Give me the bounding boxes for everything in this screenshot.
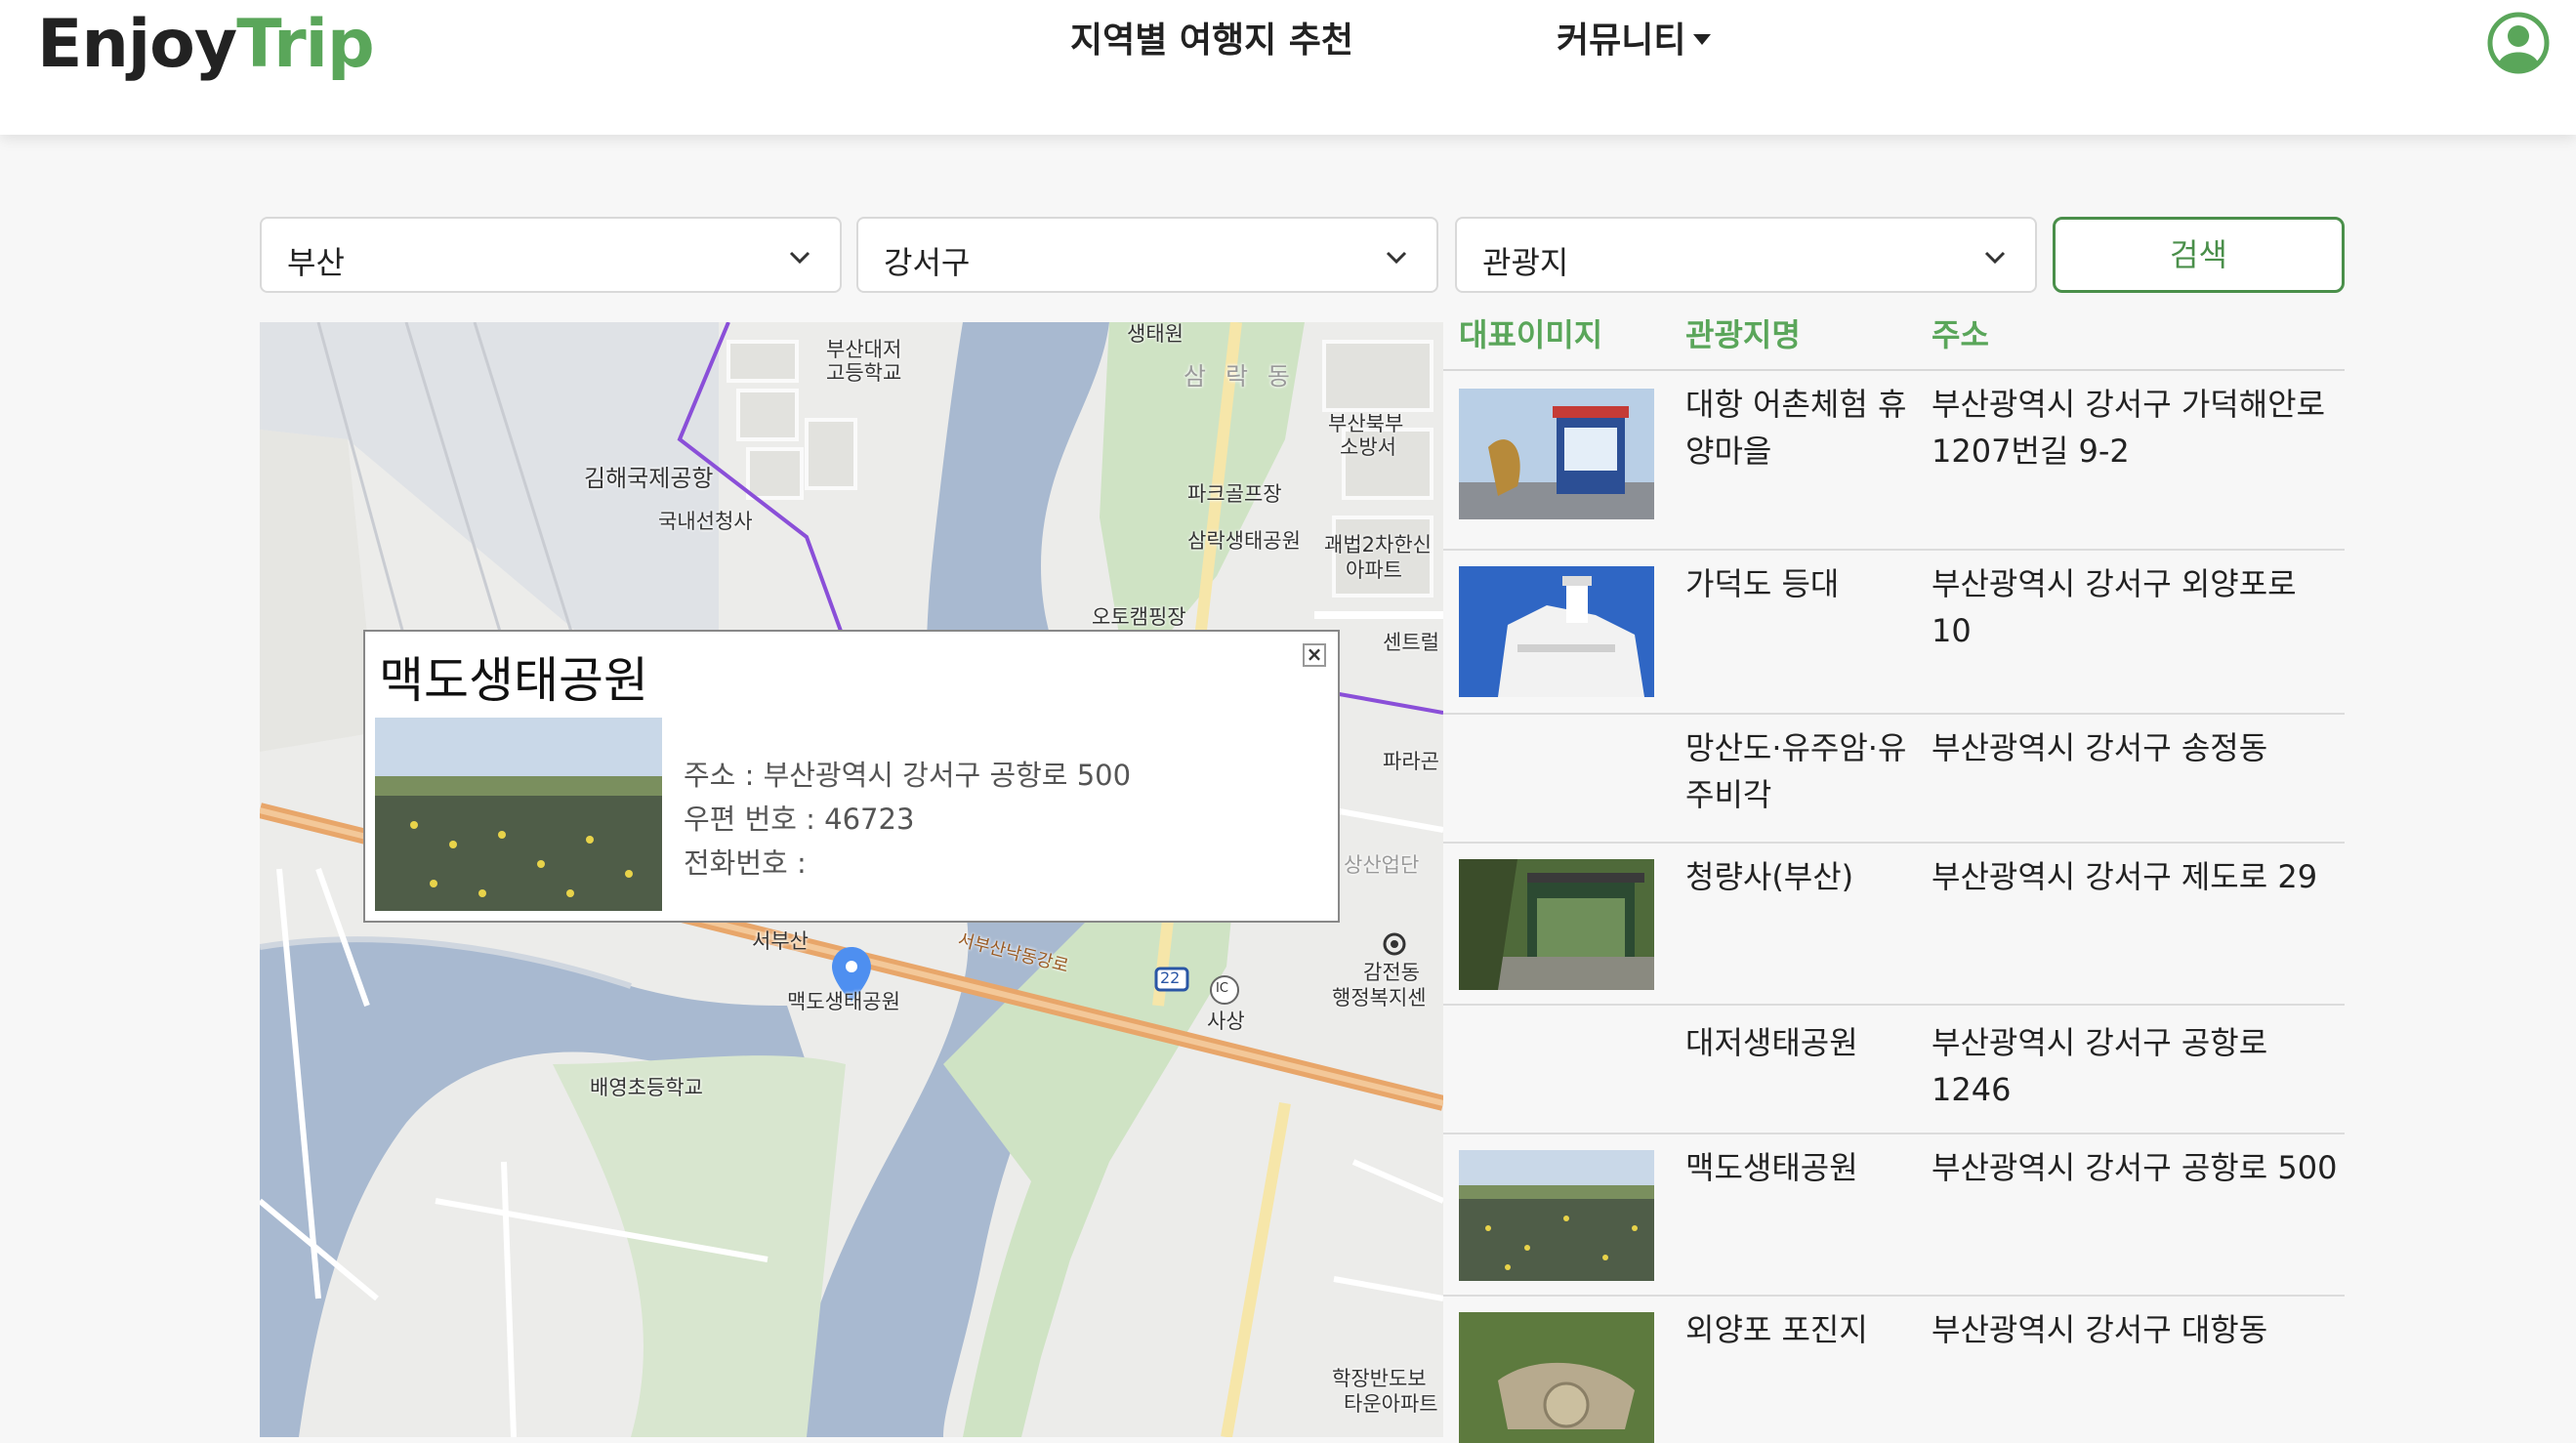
attraction-address: 부산광역시 강서구 외양포로 10: [1932, 565, 2297, 649]
nav-community-label: 커뮤니티: [1557, 21, 1686, 61]
attraction-name[interactable]: 망산도·유주암·유주비각: [1685, 724, 1910, 818]
map-label-sangsan: 상산업단: [1344, 853, 1420, 877]
navbar: EnjoyTrip 지역별 여행지 추천 커뮤니티: [0, 0, 2576, 135]
user-circle-icon[interactable]: [2487, 12, 2550, 74]
attraction-address: 부산광역시 강서구 제도로 29: [1932, 858, 2318, 895]
table-row[interactable]: 청량사(부산) 부산광역시 강서구 제도로 29: [1443, 844, 2345, 1006]
info-window-phone: 전화번호 :: [684, 846, 807, 880]
attraction-thumbnail: [1459, 1150, 1654, 1281]
attraction-thumbnail: [1459, 1312, 1654, 1443]
info-window-title: 맥도생태공원: [379, 652, 648, 709]
map-label-saengtae: 생태원: [1127, 322, 1184, 346]
map-label-domestic-terminal: 국내선청사: [658, 510, 753, 533]
table-header: 대표이미지 관광지명 주소: [1443, 310, 2345, 371]
brand-text-enjoy: Enjoy: [37, 6, 237, 83]
attraction-address: 부산광역시 강서구 대항동: [1932, 1311, 2268, 1348]
table-row[interactable]: 망산도·유주암·유주비각 부산광역시 강서구 송정동: [1443, 715, 2345, 844]
map-label-central: 센트럴: [1383, 631, 1439, 654]
brand-logo[interactable]: EnjoyTrip: [37, 6, 375, 83]
column-header-address: 주소: [1932, 316, 1989, 353]
info-window-thumbnail: [375, 718, 662, 911]
attraction-name[interactable]: 가덕도 등대: [1685, 560, 1910, 607]
map-label-fire-station-2: 소방서: [1340, 435, 1396, 459]
map-label-route-22: 22: [1160, 969, 1181, 987]
map-info-window: 맥도생태공원 × 주소 : 부산광역시 강서구 공항로 500 우편 번호 : …: [363, 630, 1340, 923]
attraction-thumbnail: [1459, 389, 1654, 519]
nav-region-recommend[interactable]: 지역별 여행지 추천: [1070, 12, 1353, 62]
content-type-select-value: 관광지: [1482, 244, 1569, 281]
attraction-name[interactable]: 청량사(부산): [1685, 853, 1910, 900]
attraction-address: 부산광역시 강서구 가덕해안로 1207번길 9-2: [1932, 386, 2326, 470]
map-label-samnak-park: 삼락생태공원: [1187, 529, 1301, 553]
nav-community-dropdown[interactable]: 커뮤니티: [1557, 12, 1712, 62]
map-label-gamjeon-2: 행정복지센: [1332, 986, 1427, 1010]
map-label-parkang: 파라곤: [1383, 750, 1439, 773]
map-label-ic: IC: [1216, 981, 1228, 996]
attraction-thumbnail: [1459, 859, 1654, 990]
column-header-name: 관광지명: [1685, 316, 1801, 353]
map-label-seobusan: 서부산: [752, 929, 809, 953]
table-row[interactable]: 대항 어촌체험 휴양마을 부산광역시 강서구 가덕해안로 1207번길 9-2: [1443, 371, 2345, 551]
city-select[interactable]: 부산: [260, 217, 842, 293]
map-label-auto-camping: 오토캠핑장: [1092, 605, 1186, 629]
info-window-address: 주소 : 부산광역시 강서구 공항로 500: [684, 759, 1132, 792]
info-window-zipcode: 우편 번호 : 46723: [684, 803, 915, 836]
content-type-select[interactable]: 관광지: [1455, 217, 2037, 293]
attraction-address: 부산광역시 강서구 송정동: [1932, 729, 2268, 766]
map-label-sasang: 사상: [1207, 1010, 1245, 1033]
brand-text-trip: Trip: [236, 6, 374, 83]
map-label-samnak: 삼 락 동: [1184, 362, 1296, 391]
district-select-value: 강서구: [884, 244, 971, 281]
attraction-name[interactable]: 대항 어촌체험 휴양마을: [1685, 381, 1910, 474]
attraction-name[interactable]: 대저생태공원: [1685, 1019, 1910, 1066]
map-label-daejeo-high-2: 고등학교: [826, 361, 902, 385]
table-row[interactable]: 맥도생태공원 부산광역시 강서구 공항로 500: [1443, 1134, 2345, 1297]
map-label-park-golf: 파크골프장: [1187, 482, 1282, 506]
caret-down-icon: [1693, 33, 1712, 45]
table-row[interactable]: 가덕도 등대 부산광역시 강서구 외양포로 10: [1443, 551, 2345, 715]
chevron-down-icon: [1386, 251, 1407, 265]
chevron-down-icon: [1984, 251, 2006, 265]
attraction-address: 부산광역시 강서구 공항로 500: [1932, 1149, 2338, 1186]
attraction-name[interactable]: 외양포 포진지: [1685, 1306, 1910, 1353]
column-header-image: 대표이미지: [1459, 316, 1603, 353]
map-label-gimhae-airport: 김해국제공항: [584, 465, 714, 492]
attraction-thumbnail: [1459, 566, 1654, 697]
attraction-address: 부산광역시 강서구 공항로 1246: [1932, 1024, 2268, 1108]
map-label-hakjang-2: 타운아파트: [1344, 1392, 1438, 1416]
district-select[interactable]: 강서구: [856, 217, 1438, 293]
close-icon[interactable]: ×: [1303, 643, 1326, 667]
search-button[interactable]: 검색: [2053, 217, 2345, 293]
table-row[interactable]: 대저생태공원 부산광역시 강서구 공항로 1246: [1443, 1006, 2345, 1134]
city-select-value: 부산: [287, 244, 345, 281]
map-label-maekdo-marker: 맥도생태공원: [787, 990, 900, 1013]
map-label-apt-2: 아파트: [1346, 558, 1402, 582]
attraction-name[interactable]: 맥도생태공원: [1685, 1144, 1910, 1191]
map-label-baeyoung-school: 배영초등학교: [590, 1076, 703, 1099]
table-row[interactable]: 외양포 포진지 부산광역시 강서구 대항동: [1443, 1297, 2345, 1443]
chevron-down-icon: [789, 251, 810, 265]
